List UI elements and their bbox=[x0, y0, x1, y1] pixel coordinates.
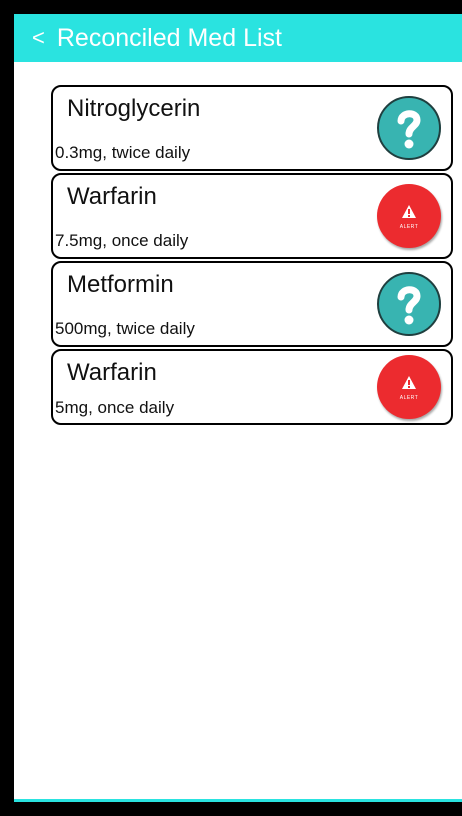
app-bar: < Reconciled Med List bbox=[14, 14, 462, 62]
alert-icon[interactable]: ALERT bbox=[377, 184, 441, 248]
med-card[interactable]: Nitroglycerin 0.3mg, twice daily bbox=[51, 85, 453, 171]
alert-label: ALERT bbox=[399, 395, 419, 401]
med-card[interactable]: Warfarin 5mg, once daily ALERT bbox=[51, 349, 453, 425]
med-name: Nitroglycerin bbox=[67, 95, 201, 122]
back-button[interactable]: < bbox=[32, 27, 45, 49]
med-name: Warfarin bbox=[67, 183, 157, 210]
warning-triangle-icon bbox=[402, 205, 416, 218]
med-dose: 0.3mg, twice daily bbox=[55, 143, 191, 162]
med-card[interactable]: Warfarin 7.5mg, once daily ALERT bbox=[51, 173, 453, 259]
med-dose: 7.5mg, once daily bbox=[55, 231, 189, 250]
device-frame: < Reconciled Med List Nitroglycerin 0.3m… bbox=[0, 0, 462, 816]
med-name: Warfarin bbox=[67, 359, 157, 386]
med-name: Metformin bbox=[67, 271, 174, 298]
medication-list: Nitroglycerin 0.3mg, twice daily Warfari… bbox=[51, 85, 453, 427]
app-screen: < Reconciled Med List Nitroglycerin 0.3m… bbox=[14, 14, 462, 802]
bottom-accent-strip bbox=[14, 799, 462, 802]
alert-icon[interactable]: ALERT bbox=[377, 355, 441, 419]
question-mark-glyph bbox=[397, 286, 421, 325]
med-card[interactable]: Metformin 500mg, twice daily bbox=[51, 261, 453, 347]
page-title: Reconciled Med List bbox=[56, 23, 282, 52]
question-mark-glyph bbox=[397, 110, 421, 149]
alert-label: ALERT bbox=[399, 224, 419, 230]
question-icon[interactable] bbox=[377, 96, 441, 160]
question-icon[interactable] bbox=[377, 272, 441, 336]
warning-triangle-icon bbox=[402, 376, 416, 389]
med-dose: 5mg, once daily bbox=[55, 398, 175, 417]
med-dose: 500mg, twice daily bbox=[55, 319, 195, 338]
